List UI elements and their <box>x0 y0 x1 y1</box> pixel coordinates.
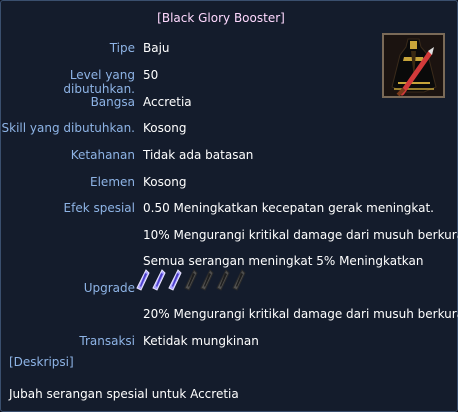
item-tooltip: [Black Glory Booster] Tipe Baju Level ya… <box>0 0 458 412</box>
element-label: Elemen <box>90 175 135 189</box>
element-value: Kosong <box>143 175 187 189</box>
upgrade-talic-filled-icon <box>168 269 182 291</box>
upgrade-talic-empty-icon <box>200 269 214 291</box>
item-title: [Black Glory Booster] <box>157 11 285 25</box>
durability-value: Tidak ada batasan <box>143 148 254 162</box>
special-effect-line: 10% Mengurangi kritikal damage dari musu… <box>143 228 458 242</box>
type-label: Tipe <box>109 41 135 55</box>
upgrade-effect: 20% Mengurangi kritikal damage dari musu… <box>143 307 458 321</box>
black-robe-with-sword-icon <box>384 35 443 97</box>
special-effect-label: Efek spesial <box>63 201 135 215</box>
durability-label: Ketahanan <box>70 148 135 162</box>
skill-label: Skill yang dibutuhkan. <box>1 121 135 135</box>
upgrade-talic-empty-icon <box>184 269 198 291</box>
upgrade-talic-empty-icon <box>216 269 230 291</box>
upgrade-talic-filled-icon <box>152 269 166 291</box>
race-label: Bangsa <box>90 95 135 109</box>
description-header: [Deskripsi] <box>9 355 74 369</box>
level-value: 50 <box>143 68 159 82</box>
race-value: Accretia <box>143 95 192 109</box>
level-label: Level yang dibutuhkan. <box>63 68 135 96</box>
trade-label: Transaksi <box>79 334 135 348</box>
upgrade-slots <box>135 269 247 291</box>
item-thumbnail <box>382 33 445 98</box>
description-text: Jubah serangan spesial untuk Accretia <box>9 387 239 401</box>
type-value: Baju <box>143 41 170 55</box>
upgrade-talic-filled-icon <box>136 269 150 291</box>
special-effect-line: Semua serangan meningkat 5% Meningkatkan <box>143 254 424 268</box>
special-effect-line: 0.50 Meningkatkan kecepatan gerak mening… <box>143 201 434 215</box>
upgrade-label: Upgrade <box>83 281 135 295</box>
upgrade-talic-empty-icon <box>232 269 246 291</box>
trade-value: Ketidak mungkinan <box>143 334 259 348</box>
skill-value: Kosong <box>143 121 187 135</box>
